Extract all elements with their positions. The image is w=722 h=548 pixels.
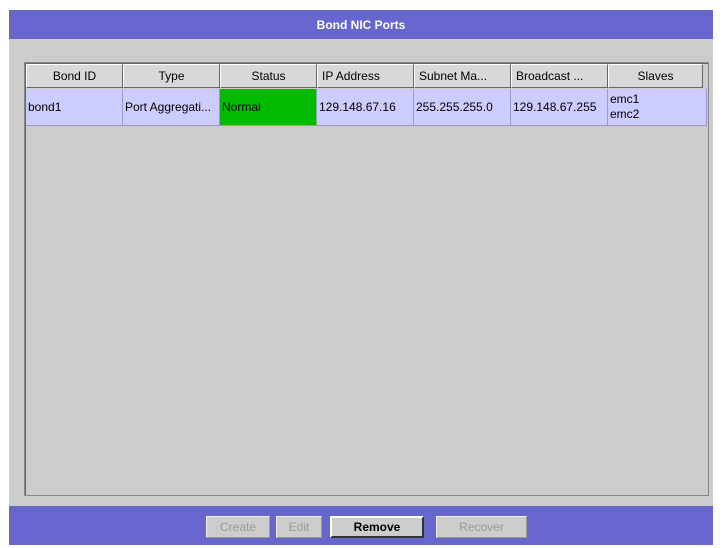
create-button[interactable]: Create	[206, 516, 270, 538]
bond-nic-ports-panel: Bond NIC Ports Bond ID Type Status IP Ad…	[9, 10, 713, 545]
cell-broadcast: 129.148.67.255	[511, 89, 608, 126]
cell-slaves: emc1 emc2	[608, 89, 707, 126]
column-header-slaves[interactable]: Slaves	[608, 64, 703, 88]
table-header: Bond ID Type Status IP Address Subnet Ma…	[26, 64, 703, 88]
cell-ip-address: 129.148.67.16	[317, 89, 414, 126]
remove-button[interactable]: Remove	[330, 516, 424, 538]
cell-status: Normal	[220, 89, 317, 126]
column-header-type[interactable]: Type	[123, 64, 220, 88]
column-header-broadcast[interactable]: Broadcast ...	[511, 64, 608, 88]
window: Bond NIC Ports Bond ID Type Status IP Ad…	[0, 0, 722, 548]
column-header-status[interactable]: Status	[220, 64, 317, 88]
cell-subnet-mask: 255.255.255.0	[414, 89, 511, 126]
slave-item: emc2	[610, 107, 640, 121]
edit-button[interactable]: Edit	[276, 516, 322, 538]
slave-item: emc1	[610, 92, 640, 106]
cell-type: Port Aggregati...	[123, 89, 220, 126]
recover-button[interactable]: Recover	[436, 516, 527, 538]
column-header-bond-id[interactable]: Bond ID	[26, 64, 123, 88]
cell-bond-id: bond1	[26, 89, 123, 126]
bond-table[interactable]: Bond ID Type Status IP Address Subnet Ma…	[24, 62, 709, 496]
button-bar: Create Edit Remove Recover	[9, 506, 713, 545]
table-row[interactable]: bond1 Port Aggregati... Normal 129.148.6…	[26, 89, 707, 126]
column-header-subnet-mask[interactable]: Subnet Ma...	[414, 64, 511, 88]
column-header-ip-address[interactable]: IP Address	[317, 64, 414, 88]
panel-title: Bond NIC Ports	[316, 17, 406, 32]
panel-title-bar: Bond NIC Ports	[9, 10, 713, 39]
